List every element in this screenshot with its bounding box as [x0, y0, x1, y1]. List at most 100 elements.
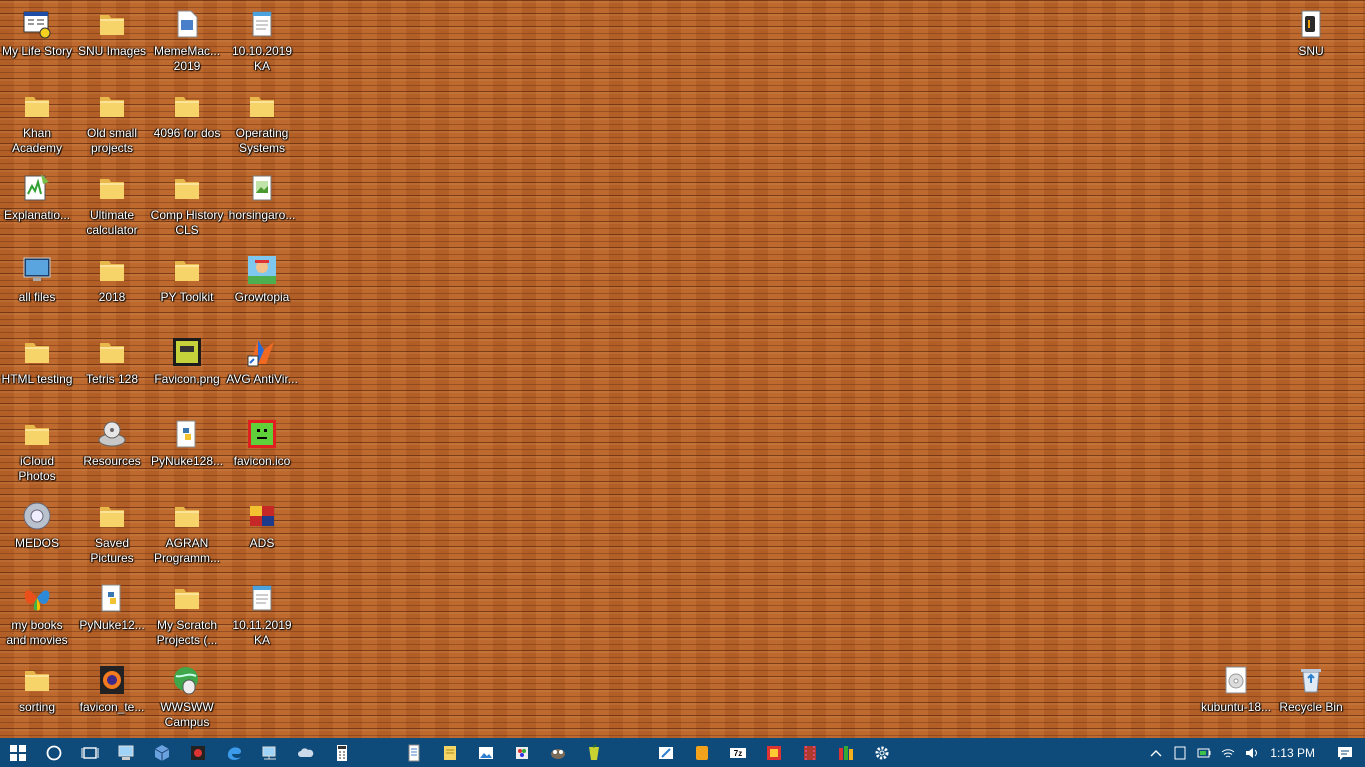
desktop-icon[interactable]: Tetris 128: [75, 334, 149, 412]
desktop-icon[interactable]: Recycle Bin: [1274, 662, 1348, 740]
taskbar-app-orange[interactable]: [684, 738, 720, 767]
desktop-icon[interactable]: 2018: [75, 252, 149, 330]
clock[interactable]: 1:13 PM: [1264, 746, 1325, 760]
folder-icon: [21, 664, 53, 696]
desktop-icon[interactable]: 4096 for dos: [150, 88, 224, 166]
wifi-icon[interactable]: [1216, 738, 1240, 767]
desktop-icon[interactable]: favicon.ico: [225, 416, 299, 494]
taskbar-app-7zip[interactable]: 7z: [720, 738, 756, 767]
desktop-icon[interactable]: Growtopia: [225, 252, 299, 330]
app-window-icon: [21, 8, 53, 40]
volume-icon[interactable]: [1240, 738, 1264, 767]
desktop-icon[interactable]: My Life Story: [0, 6, 74, 84]
desktop-icon-label: Recycle Bin: [1279, 700, 1343, 714]
desktop-icon[interactable]: favicon_te...: [75, 662, 149, 740]
taskbar-app-sticky[interactable]: [432, 738, 468, 767]
desktop-icon[interactable]: PyNuke128...: [150, 416, 224, 494]
taskbar-app-edge[interactable]: [216, 738, 252, 767]
desktop-icon[interactable]: MemeMac... 2019: [150, 6, 224, 84]
desktop-icon[interactable]: 10.10.2019 KA: [225, 6, 299, 84]
taskbar-app-cube[interactable]: [144, 738, 180, 767]
task-view-icon: [81, 744, 99, 762]
recycle-bin-icon: [1295, 664, 1327, 696]
folder-icon: [171, 172, 203, 204]
taskbar-app-documents[interactable]: [396, 738, 432, 767]
notification-icon[interactable]: [1325, 738, 1365, 767]
desktop-icon[interactable]: ADS: [225, 498, 299, 576]
desktop-icon[interactable]: MEDOS: [0, 498, 74, 576]
desktop-icon[interactable]: my books and movies: [0, 580, 74, 658]
desktop-icon[interactable]: Saved Pictures: [75, 498, 149, 576]
taskbar-app-tool[interactable]: [648, 738, 684, 767]
desktop-icon[interactable]: AVG AntiVir...: [225, 334, 299, 412]
battery-icon[interactable]: [1192, 738, 1216, 767]
chevron-up-icon[interactable]: [1144, 738, 1168, 767]
desktop-icon[interactable]: sorting: [0, 662, 74, 740]
taskbar-app-calculator[interactable]: [324, 738, 360, 767]
desktop-icon-label: PyNuke12...: [79, 618, 145, 632]
books-icon: [837, 744, 855, 762]
paint-icon: [513, 744, 531, 762]
desktop-icon[interactable]: Operating Systems: [225, 88, 299, 166]
taskbar-app-cup[interactable]: [576, 738, 612, 767]
desktop-icon-label: HTML testing: [1, 372, 73, 386]
desktop-icon[interactable]: HTML testing: [0, 334, 74, 412]
desktop-icon[interactable]: Comp History CLS: [150, 170, 224, 248]
desktop-icon-label: AVG AntiVir...: [226, 372, 298, 386]
desktop-icon[interactable]: Favicon.png: [150, 334, 224, 412]
folder-icon: [21, 418, 53, 450]
taskbar-app-film[interactable]: [792, 738, 828, 767]
desktop-icon[interactable]: kubuntu-18...: [1199, 662, 1273, 740]
taskbar-app-game[interactable]: [756, 738, 792, 767]
audio-file-icon: [1295, 8, 1327, 40]
desktop: My Life Story SNU Images MemeMac... 2019 10…: [0, 0, 1365, 738]
taskbar-app-notepad[interactable]: [360, 738, 396, 767]
drive-icon: [96, 418, 128, 450]
start-button[interactable]: [0, 738, 36, 767]
taskbar-app-computer[interactable]: [108, 738, 144, 767]
python-file-icon: [96, 582, 128, 614]
cloud-icon: [297, 744, 315, 762]
taskbar-app-media[interactable]: [180, 738, 216, 767]
taskbar-app-paint[interactable]: [504, 738, 540, 767]
desktop-icon-label: Old small projects: [86, 126, 137, 155]
taskbar-app-photos[interactable]: [468, 738, 504, 767]
desktop-icon-label: PY Toolkit: [160, 290, 214, 304]
taskbar-app-cloud[interactable]: [288, 738, 324, 767]
folder-icon: [171, 582, 203, 614]
taskbar-app-gimp[interactable]: [540, 738, 576, 767]
desktop-icon-label: all files: [18, 290, 56, 304]
cup-icon: [585, 743, 603, 762]
desktop-icon[interactable]: PyNuke12...: [75, 580, 149, 658]
desktop-icon[interactable]: all files: [0, 252, 74, 330]
desktop-icon-label: PyNuke128...: [150, 454, 224, 468]
desktop-icon[interactable]: Old small projects: [75, 88, 149, 166]
desktop-icon[interactable]: My Scratch Projects (...: [150, 580, 224, 658]
desktop-icon[interactable]: AGRAN Programm...: [150, 498, 224, 576]
tablet-icon[interactable]: [1168, 738, 1192, 767]
notepad-icon: [246, 582, 278, 614]
task-view-button[interactable]: [72, 738, 108, 767]
folder-icon: [96, 254, 128, 286]
desktop-icon[interactable]: 10.11.2019 KA: [225, 580, 299, 658]
desktop-icon[interactable]: Resources: [75, 416, 149, 494]
desktop-icon[interactable]: Khan Academy: [0, 88, 74, 166]
desktop-icon[interactable]: horsingaro...: [225, 170, 299, 248]
desktop-icon[interactable]: SNU Images: [75, 6, 149, 84]
desktop-icon[interactable]: iCloud Photos: [0, 416, 74, 494]
desktop-icon[interactable]: WWSWW Campus: [150, 662, 224, 740]
search-button[interactable]: [36, 738, 72, 767]
taskbar-app-settings[interactable]: [864, 738, 900, 767]
desktop-icon-label: sorting: [18, 700, 56, 714]
desktop-icon[interactable]: Ultimate calculator: [75, 170, 149, 248]
taskbar-app-network[interactable]: [252, 738, 288, 767]
desktop-icon[interactable]: SNU: [1274, 6, 1348, 84]
desktop-icon-label: MEDOS: [14, 536, 59, 550]
globe-mouse-icon: [171, 664, 203, 696]
desktop-icon[interactable]: Explanatio...: [0, 170, 74, 248]
taskbar-app-books[interactable]: [828, 738, 864, 767]
desktop-icon[interactable]: PY Toolkit: [150, 252, 224, 330]
document-icon: [171, 8, 203, 40]
taskbar-app-monitor[interactable]: [612, 738, 648, 767]
desktop-icon-label: 4096 for dos: [153, 126, 221, 140]
